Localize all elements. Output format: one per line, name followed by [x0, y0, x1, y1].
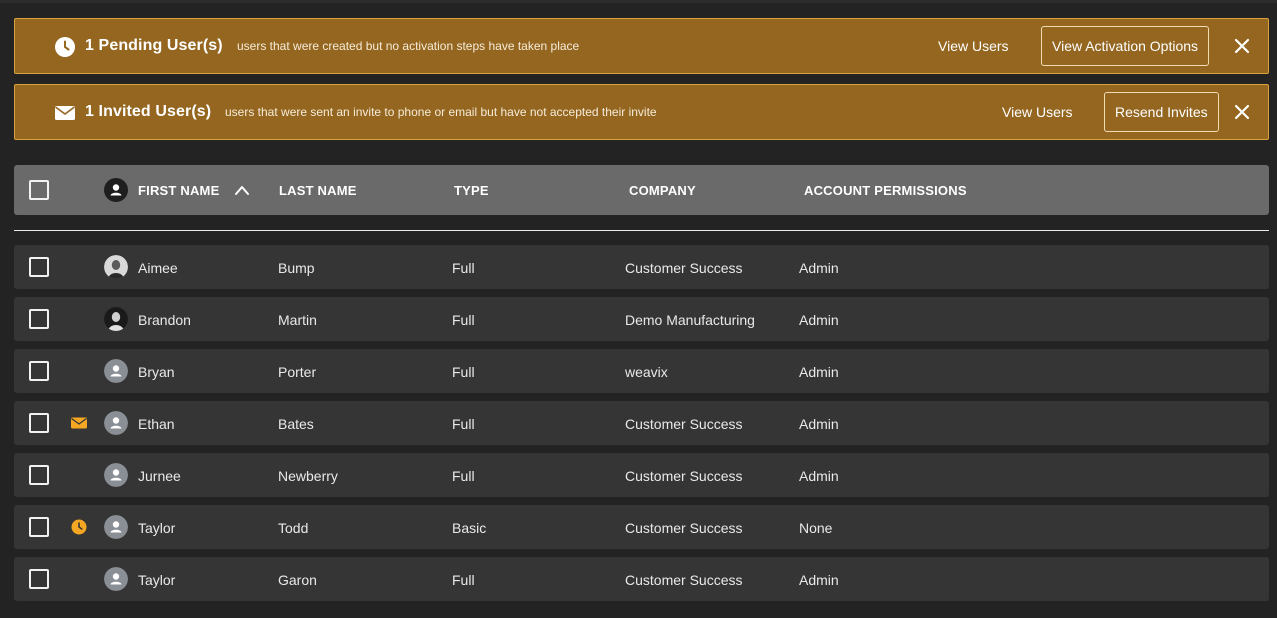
cell-type: Basic	[452, 520, 487, 536]
close-icon[interactable]	[1233, 103, 1251, 121]
cell-account-permissions: None	[799, 520, 833, 536]
default-avatar-icon	[104, 567, 128, 591]
column-last-name[interactable]: LAST NAME	[279, 183, 357, 198]
column-type[interactable]: TYPE	[454, 183, 489, 198]
user-avatar-icon	[104, 178, 128, 202]
resend-invites-button[interactable]: Resend Invites	[1104, 92, 1219, 132]
default-avatar-icon	[104, 359, 128, 383]
cell-type: Full	[452, 312, 475, 328]
cell-company: Demo Manufacturing	[625, 312, 755, 328]
table-row[interactable]: Aimee Bump Full Customer Success Admin	[14, 245, 1269, 289]
cell-first-name: Brandon	[138, 312, 191, 328]
table-header: FIRST NAME LAST NAME TYPE COMPANY ACCOUN…	[14, 165, 1269, 215]
invited-users-banner: 1 Invited User(s) users that were sent a…	[14, 84, 1269, 140]
cell-account-permissions: Admin	[799, 260, 839, 276]
cell-last-name: Bates	[278, 416, 314, 432]
cell-account-permissions: Admin	[799, 572, 839, 588]
cell-company: Customer Success	[625, 520, 743, 536]
cell-last-name: Porter	[278, 364, 317, 380]
column-account-permissions[interactable]: ACCOUNT PERMISSIONS	[804, 183, 967, 198]
cell-account-permissions: Admin	[799, 364, 839, 380]
cell-type: Full	[452, 572, 475, 588]
select-all-checkbox[interactable]	[29, 180, 49, 200]
row-checkbox[interactable]	[29, 413, 49, 433]
column-company[interactable]: COMPANY	[629, 183, 696, 198]
cell-first-name: Bryan	[138, 364, 175, 380]
column-first-name[interactable]: FIRST NAME	[138, 183, 219, 198]
cell-first-name: Taylor	[138, 520, 176, 536]
cell-last-name: Newberry	[278, 468, 338, 484]
cell-last-name: Bump	[278, 260, 315, 276]
row-checkbox[interactable]	[29, 569, 49, 589]
top-border	[0, 0, 1277, 3]
envelope-icon	[71, 417, 87, 429]
table-row[interactable]: Jurnee Newberry Full Customer Success Admin	[14, 453, 1269, 497]
pending-users-banner: 1 Pending User(s) users that were create…	[14, 18, 1269, 74]
cell-first-name: Ethan	[138, 416, 175, 432]
default-avatar-icon	[104, 463, 128, 487]
table-row[interactable]: Ethan Bates Full Customer Success Admin	[14, 401, 1269, 445]
cell-company: Customer Success	[625, 572, 743, 588]
cell-account-permissions: Admin	[799, 312, 839, 328]
cell-company: Customer Success	[625, 468, 743, 484]
cell-company: Customer Success	[625, 260, 743, 276]
envelope-icon	[55, 106, 75, 120]
cell-type: Full	[452, 468, 475, 484]
invited-banner-description: users that were sent an invite to phone …	[225, 105, 657, 119]
table-row[interactable]: Brandon Martin Full Demo Manufacturing Admin	[14, 297, 1269, 341]
row-checkbox[interactable]	[29, 257, 49, 277]
row-checkbox[interactable]	[29, 309, 49, 329]
cell-last-name: Todd	[278, 520, 309, 536]
pending-banner-description: users that were created but no activatio…	[237, 39, 580, 53]
cell-last-name: Garon	[278, 572, 317, 588]
row-checkbox[interactable]	[29, 465, 49, 485]
default-avatar-icon	[104, 515, 128, 539]
cell-company: Customer Success	[625, 416, 743, 432]
table-row[interactable]: Bryan Porter Full weavix Admin	[14, 349, 1269, 393]
close-icon[interactable]	[1233, 37, 1251, 55]
table-row[interactable]: Taylor Garon Full Customer Success Admin	[14, 557, 1269, 601]
invited-view-users-link[interactable]: View Users	[1002, 104, 1073, 120]
cell-first-name: Aimee	[138, 260, 178, 276]
divider	[14, 230, 1269, 231]
row-checkbox[interactable]	[29, 517, 49, 537]
invited-banner-title: 1 Invited User(s)	[85, 103, 212, 120]
table-row[interactable]: Taylor Todd Basic Customer Success None	[14, 505, 1269, 549]
clock-icon	[71, 519, 87, 535]
chevron-up-icon[interactable]	[234, 184, 250, 196]
default-avatar-icon	[104, 411, 128, 435]
cell-account-permissions: Admin	[799, 468, 839, 484]
row-checkbox[interactable]	[29, 361, 49, 381]
user-photo-avatar	[104, 255, 128, 279]
pending-view-users-link[interactable]: View Users	[938, 38, 1009, 54]
cell-type: Full	[452, 416, 475, 432]
cell-first-name: Jurnee	[138, 468, 181, 484]
cell-account-permissions: Admin	[799, 416, 839, 432]
clock-icon	[55, 37, 75, 57]
view-activation-options-button[interactable]: View Activation Options	[1041, 26, 1210, 66]
user-photo-avatar	[104, 307, 128, 331]
cell-company: weavix	[625, 364, 668, 380]
cell-last-name: Martin	[278, 312, 317, 328]
cell-type: Full	[452, 260, 475, 276]
pending-banner-title: 1 Pending User(s)	[85, 37, 223, 54]
cell-first-name: Taylor	[138, 572, 176, 588]
cell-type: Full	[452, 364, 475, 380]
